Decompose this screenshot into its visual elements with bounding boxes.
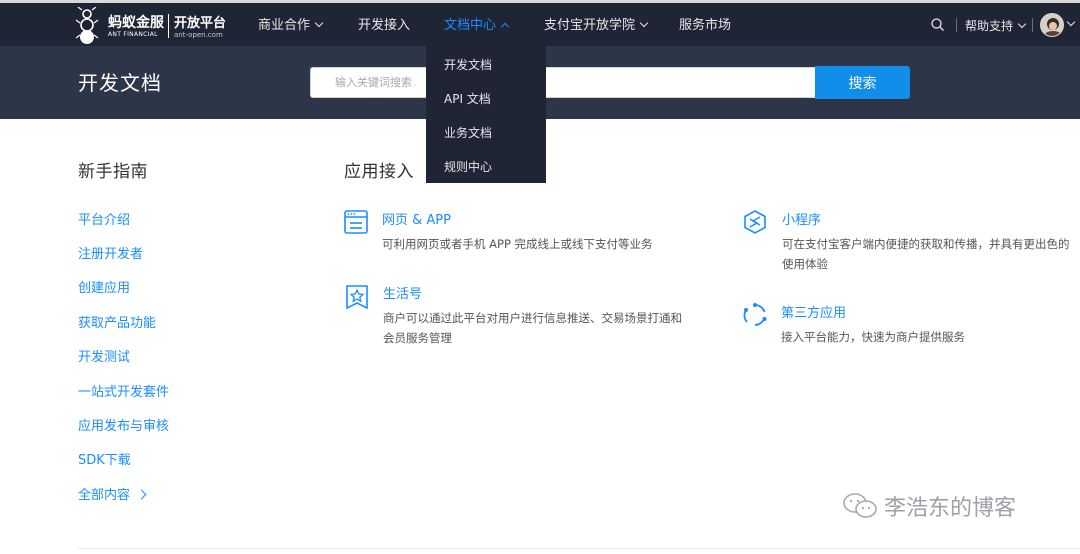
card-title-third-party[interactable]: 第三方应用: [781, 302, 846, 321]
access-section-title: 应用接入: [344, 162, 414, 182]
guide-link-platform-intro[interactable]: 平台介绍: [78, 209, 130, 228]
dropdown-item-business-docs[interactable]: 业务文档: [444, 124, 492, 141]
nav-label: 开发接入: [358, 18, 411, 33]
nav-divider: [956, 18, 957, 32]
chevron-up-icon: [500, 22, 510, 32]
chevron-down-icon: [1017, 19, 1027, 29]
card-title-life-account[interactable]: 生活号: [383, 283, 422, 302]
avatar-image: [1041, 14, 1063, 36]
dropdown-item-dev-docs[interactable]: 开发文档: [444, 56, 492, 73]
nav-label: 文档中心: [444, 18, 497, 33]
logo-platform: 开放平台: [174, 16, 227, 31]
logo-name-en: ANT FINANCIAL: [108, 31, 158, 38]
logo-url: ant-open.com: [174, 31, 223, 39]
watermark-text: 李浩东的博客: [884, 496, 1017, 521]
card-desc-third-party: 接入平台能力，快速为商户提供服务: [781, 330, 965, 344]
bottom-divider: [78, 548, 1080, 549]
card-desc-mini-program: 可在支付宝客户端内便捷的获取和传播，并具有更出色的使用体验: [782, 237, 1070, 271]
search-input[interactable]: [310, 67, 815, 98]
user-avatar[interactable]: [1040, 13, 1064, 37]
help-label: 帮助支持: [965, 19, 1014, 33]
nav-item-dev-access[interactable]: 开发接入: [358, 14, 410, 38]
guide-link-dev-kit[interactable]: 一站式开发套件: [78, 381, 169, 400]
all-content-label: 全部内容: [78, 488, 131, 503]
blog-watermark: 李浩东的博客: [842, 490, 1016, 522]
guide-link-register[interactable]: 注册开发者: [78, 243, 143, 262]
chevron-down-icon[interactable]: [1066, 17, 1076, 27]
guide-link-create-app[interactable]: 创建应用: [78, 277, 130, 296]
search-icon[interactable]: [931, 18, 944, 31]
nav-item-academy[interactable]: 支付宝开放学院: [544, 14, 649, 38]
nav-label: 支付宝开放学院: [544, 18, 636, 33]
nav-divider: [1032, 18, 1033, 32]
logo-name-cn: 蚂蚁金服: [108, 15, 164, 31]
nav-item-business[interactable]: 商业合作: [258, 14, 324, 38]
search-button[interactable]: 搜索: [815, 66, 910, 99]
ant-financial-logo[interactable]: 蚂蚁金服 ANT FINANCIAL 开放平台 ant-open.com: [76, 6, 226, 46]
guide-link-get-features[interactable]: 获取产品功能: [78, 312, 156, 331]
star-badge-icon: [346, 285, 368, 310]
top-navigation-bar: 蚂蚁金服 ANT FINANCIAL 开放平台 ant-open.com 商业合…: [0, 0, 1080, 46]
nav-item-service-market[interactable]: 服务市场: [679, 14, 731, 38]
browser-window-icon: [344, 210, 368, 234]
wechat-icon: [843, 493, 877, 518]
ant-logo-icon: [76, 7, 99, 44]
dropdown-item-rule-center[interactable]: 规则中心: [444, 158, 492, 175]
guide-link-all-content[interactable]: 全部内容: [78, 484, 147, 503]
chevron-down-icon: [314, 18, 324, 28]
card-title-mini-program[interactable]: 小程序: [782, 209, 821, 228]
guide-link-publish-review[interactable]: 应用发布与审核: [78, 415, 169, 434]
logo-divider: [168, 14, 169, 38]
nav-label: 服务市场: [679, 18, 732, 33]
guide-link-sdk-download[interactable]: SDK下载: [78, 449, 131, 468]
doc-center-dropdown: 开发文档 API 文档 业务文档 规则中心: [426, 46, 546, 183]
nav-item-doc-center[interactable]: 文档中心: [444, 14, 510, 38]
nav-item-help[interactable]: 帮助支持: [965, 14, 1027, 38]
circle-refresh-icon: [743, 303, 767, 326]
dropdown-item-api-docs[interactable]: API 文档: [444, 90, 491, 107]
card-desc-life-account: 商户可以通过此平台对用户进行信息推送、交易场景打通和会员服务管理: [383, 311, 682, 345]
chevron-right-icon: [136, 489, 147, 500]
guide-link-dev-test[interactable]: 开发测试: [78, 346, 130, 365]
card-desc-web-app: 可利用网页或者手机 APP 完成线上或线下支付等业务: [382, 237, 653, 251]
chevron-down-icon: [639, 18, 649, 28]
guide-section-title: 新手指南: [78, 162, 148, 182]
card-title-web-app[interactable]: 网页 & APP: [382, 209, 451, 228]
page-title: 开发文档: [78, 71, 162, 95]
nav-label: 商业合作: [258, 18, 311, 33]
mini-program-icon: [744, 210, 766, 234]
